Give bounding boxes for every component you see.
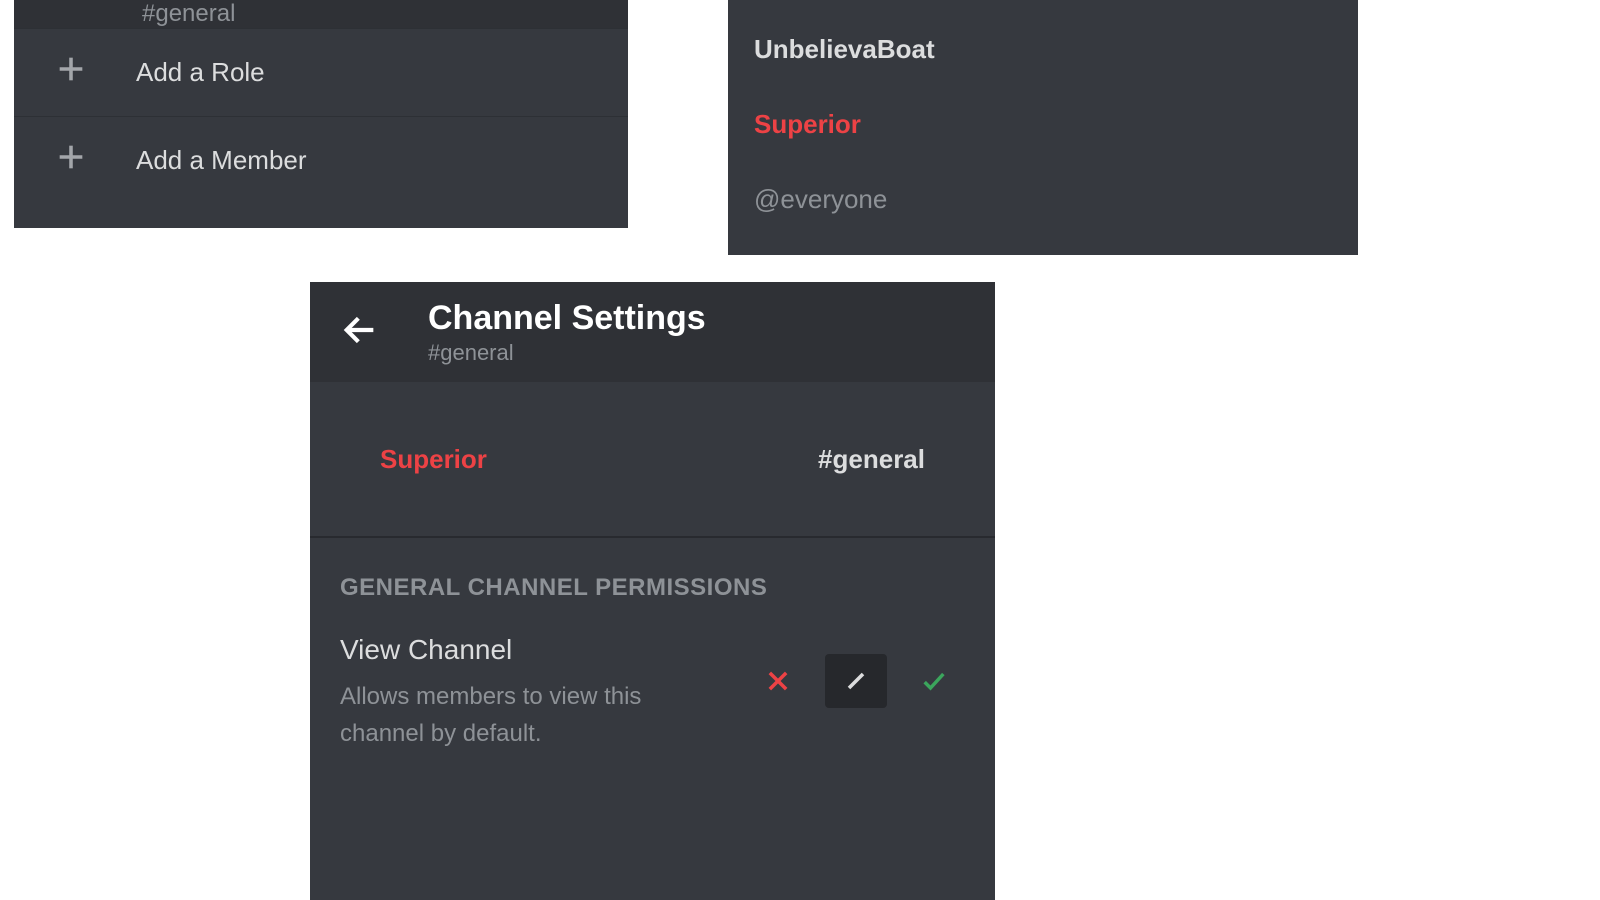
channel-settings-panel: Channel Settings #general Superior #gene… — [310, 282, 995, 900]
back-arrow-icon[interactable] — [340, 310, 380, 355]
page-subtitle: #general — [428, 340, 706, 366]
permission-row-view-channel: View Channel Allows members to view this… — [310, 624, 995, 752]
toggle-passthrough[interactable] — [825, 654, 887, 708]
settings-header: Channel Settings #general — [310, 282, 995, 382]
permission-text: View Channel Allows members to view this… — [340, 634, 747, 752]
section-header: GENERAL CHANNEL PERMISSIONS — [310, 538, 995, 624]
tab-channel[interactable]: #general — [818, 444, 925, 475]
permissions-role-list: UnbelievaBoat Superior @everyone — [728, 0, 1358, 255]
role-item-everyone[interactable]: @everyone — [754, 184, 1358, 215]
permissions-add-panel: #general Add a Role Add a Member — [14, 0, 628, 228]
channel-chip: #general — [14, 0, 628, 28]
permission-name: View Channel — [340, 634, 747, 666]
plus-icon — [54, 140, 88, 181]
permission-tri-toggle — [747, 654, 965, 708]
add-role-row[interactable]: Add a Role — [14, 28, 628, 116]
page-title: Channel Settings — [428, 299, 706, 338]
add-role-label: Add a Role — [136, 57, 265, 88]
header-titlebox: Channel Settings #general — [428, 299, 706, 366]
role-item-superior[interactable]: Superior — [754, 109, 1358, 140]
add-member-row[interactable]: Add a Member — [14, 116, 628, 204]
sync-tabs: Superior #general — [310, 382, 995, 538]
tab-role[interactable]: Superior — [380, 444, 487, 475]
add-member-label: Add a Member — [136, 145, 307, 176]
role-item-unbelievaboat[interactable]: UnbelievaBoat — [754, 34, 1358, 65]
plus-icon — [54, 52, 88, 93]
toggle-deny[interactable] — [747, 654, 809, 708]
toggle-allow[interactable] — [903, 654, 965, 708]
permission-description: Allows members to view this channel by d… — [340, 678, 670, 752]
